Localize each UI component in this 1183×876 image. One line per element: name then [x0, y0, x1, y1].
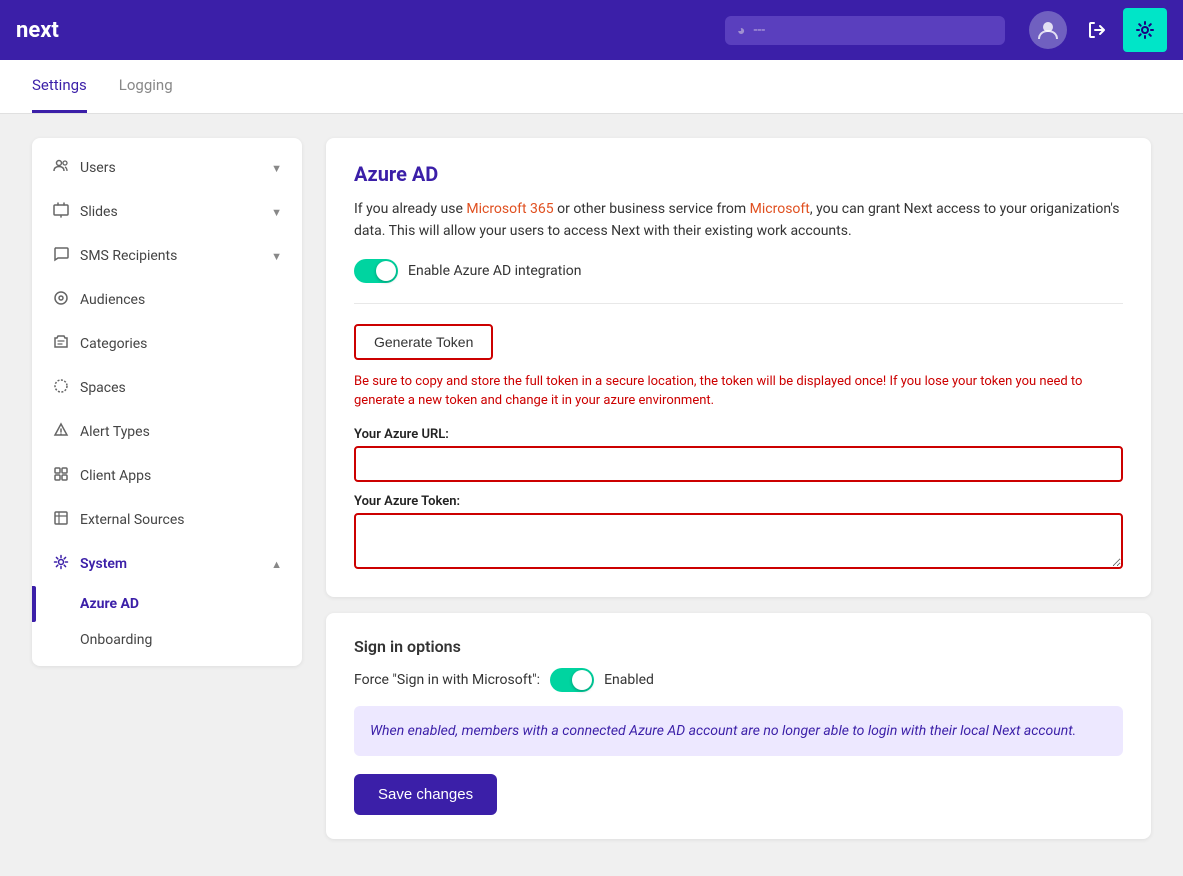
microsoft365-text: Microsoft 365 — [466, 201, 553, 217]
sidebar-sub-item-azure-ad[interactable]: Azure AD — [32, 586, 302, 622]
sidebar-sub-onboarding-label: Onboarding — [80, 632, 152, 648]
save-changes-button[interactable]: Save changes — [354, 774, 497, 815]
categories-icon — [52, 334, 70, 354]
azure-ad-toggle[interactable] — [354, 259, 398, 283]
spaces-icon — [52, 378, 70, 398]
search-placeholder: --- — [753, 22, 765, 38]
app-logo: next — [16, 18, 59, 43]
azure-ad-card: Azure AD If you already use Microsoft 36… — [326, 138, 1151, 597]
sidebar-item-alert-types[interactable]: Alert Types — [32, 410, 302, 454]
info-box-text: When enabled, members with a connected A… — [370, 720, 1107, 742]
sidebar-item-client-apps-label: Client Apps — [80, 468, 151, 484]
azure-ad-title: Azure AD — [354, 162, 1123, 186]
azure-ad-toggle-label: Enable Azure AD integration — [408, 263, 581, 279]
sidebar: Users ▼ Slides ▼ SMS Recipients ▼ Audien… — [32, 138, 302, 666]
sidebar-item-client-apps[interactable]: Client Apps — [32, 454, 302, 498]
azure-token-label: Your Azure Token: — [354, 494, 1123, 509]
sidebar-item-slides-label: Slides — [80, 204, 118, 220]
sidebar-item-spaces[interactable]: Spaces — [32, 366, 302, 410]
compass-icon: ◕ — [737, 22, 745, 39]
audiences-icon — [52, 290, 70, 310]
settings-icon-button[interactable] — [1123, 8, 1167, 52]
external-sources-icon — [52, 510, 70, 530]
azure-url-input[interactable] — [354, 446, 1123, 482]
sidebar-sub-item-onboarding[interactable]: Onboarding — [32, 622, 302, 658]
main-content: Azure AD If you already use Microsoft 36… — [326, 138, 1151, 846]
sidebar-item-system-label: System — [80, 556, 127, 572]
sidebar-item-slides[interactable]: Slides ▼ — [32, 190, 302, 234]
chevron-down-icon: ▼ — [271, 162, 282, 175]
sidebar-item-users-label: Users — [80, 160, 116, 176]
client-apps-icon — [52, 466, 70, 486]
tab-logging[interactable]: Logging — [119, 60, 173, 113]
sidebar-item-sms-label: SMS Recipients — [80, 248, 177, 264]
users-icon — [52, 158, 70, 178]
sidebar-item-system[interactable]: System ▲ — [32, 542, 302, 586]
logout-button[interactable] — [1075, 8, 1119, 52]
sidebar-item-external-sources[interactable]: External Sources — [32, 498, 302, 542]
sms-icon — [52, 246, 70, 266]
avatar[interactable] — [1029, 11, 1067, 49]
sidebar-item-categories-label: Categories — [80, 336, 147, 352]
page-content: Users ▼ Slides ▼ SMS Recipients ▼ Audien… — [0, 114, 1183, 870]
sign-in-title: Sign in options — [354, 637, 1123, 656]
app-header: next ◕ --- — [0, 0, 1183, 60]
generate-token-button[interactable]: Generate Token — [354, 324, 493, 360]
tab-bar: Settings Logging — [0, 60, 1183, 114]
slides-icon — [52, 202, 70, 222]
sidebar-item-spaces-label: Spaces — [80, 380, 126, 396]
sidebar-item-alert-types-label: Alert Types — [80, 424, 150, 440]
header-actions — [1029, 8, 1167, 52]
alert-icon — [52, 422, 70, 442]
force-sign-in-label: Force "Sign in with Microsoft": — [354, 672, 540, 688]
sidebar-item-users[interactable]: Users ▼ — [32, 146, 302, 190]
sidebar-item-categories[interactable]: Categories — [32, 322, 302, 366]
sidebar-sub-azure-ad-label: Azure AD — [80, 596, 139, 612]
header-search-bar[interactable]: ◕ --- — [725, 16, 1005, 45]
info-box: When enabled, members with a connected A… — [354, 706, 1123, 756]
chevron-down-icon: ▼ — [271, 250, 282, 263]
azure-url-label: Your Azure URL: — [354, 427, 1123, 442]
token-warning-text: Be sure to copy and store the full token… — [354, 372, 1123, 411]
sidebar-item-audiences-label: Audiences — [80, 292, 145, 308]
sidebar-item-sms-recipients[interactable]: SMS Recipients ▼ — [32, 234, 302, 278]
tab-settings[interactable]: Settings — [32, 60, 87, 113]
sidebar-item-external-sources-label: External Sources — [80, 512, 184, 528]
system-icon — [52, 554, 70, 574]
microsoft-text: Microsoft — [750, 201, 810, 217]
azure-token-input[interactable] — [354, 513, 1123, 569]
azure-ad-toggle-row: Enable Azure AD integration — [354, 259, 1123, 283]
sidebar-item-audiences[interactable]: Audiences — [32, 278, 302, 322]
enabled-text: Enabled — [604, 672, 654, 688]
chevron-down-icon: ▼ — [271, 206, 282, 219]
azure-ad-description: If you already use Microsoft 365 or othe… — [354, 198, 1123, 243]
divider — [354, 303, 1123, 304]
force-sign-in-toggle[interactable] — [550, 668, 594, 692]
sign-in-options-card: Sign in options Force "Sign in with Micr… — [326, 613, 1151, 839]
force-sign-in-row: Force "Sign in with Microsoft": Enabled — [354, 668, 1123, 692]
chevron-up-icon: ▲ — [271, 558, 282, 571]
